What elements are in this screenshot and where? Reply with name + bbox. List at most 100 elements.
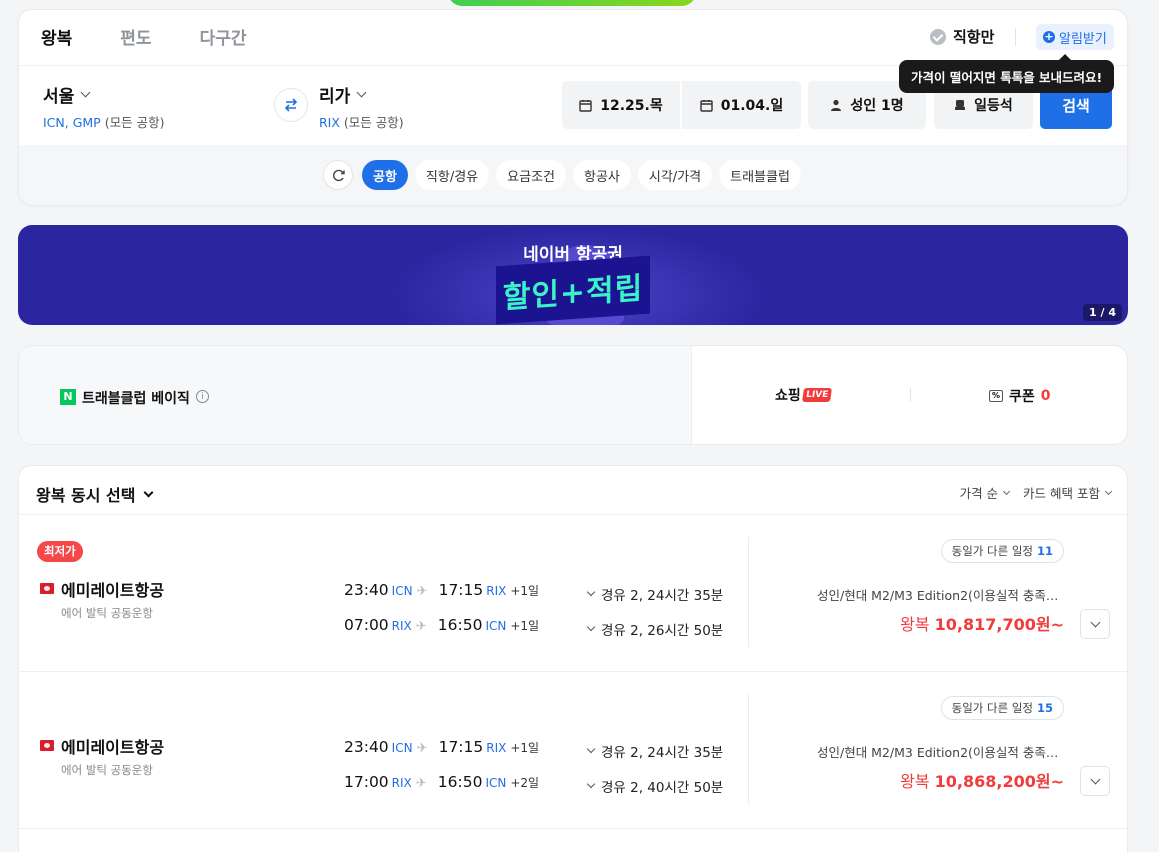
return-stops-toggle[interactable]: 경유 2, 40시간 50분 (586, 776, 723, 796)
divider (748, 537, 749, 647)
outbound-stops-toggle[interactable]: 경유 2, 24시간 35분 (586, 584, 723, 604)
codeshare-note: 에어 발틱 공동운항 (61, 606, 153, 620)
destination-note: (모든 공항) (343, 115, 404, 130)
price-alert-button[interactable]: + 알림받기 (1036, 24, 1114, 50)
airline-name: 에미레이트항공 (61, 738, 165, 757)
return-date-button[interactable]: 01.04.일 (682, 81, 801, 129)
price-alert-label: 알림받기 (1059, 31, 1107, 47)
chevron-down-icon (80, 87, 91, 98)
travel-club-panel: N 트래블클럽 베이직 i 쇼핑 LIVE % 쿠폰 0 (18, 345, 1128, 445)
coupon-icon: % (989, 390, 1003, 402)
live-badge: LIVE (801, 388, 832, 402)
outbound-stops-toggle[interactable]: 경유 2, 24시간 35분 (586, 741, 723, 761)
filter-chip-stops[interactable]: 직항/경유 (414, 160, 490, 190)
top-promo-strip (448, 0, 696, 6)
tab-multi-city[interactable]: 다구간 (200, 24, 247, 49)
flight-result[interactable]: 최저가 에미레이트항공 에어 발틱 공동운항 23:40 ICN ✈ 17:15 R… (19, 515, 1127, 672)
passenger-count: 성인 1명 (850, 98, 904, 114)
outbound-leg: 23:40 ICN ✈ 17:15 RIX +1일 (344, 738, 540, 756)
plus-icon: + (1043, 30, 1055, 43)
person-icon (831, 99, 842, 111)
shopping-label: 쇼핑 (775, 388, 801, 404)
emirates-logo-icon (40, 740, 54, 751)
filter-chip-airport[interactable]: 공항 (362, 160, 408, 190)
same-price-schedules-button[interactable]: 동일가 다른 일정 15 (940, 696, 1064, 720)
divider (1015, 28, 1016, 46)
same-price-schedules-button[interactable]: 동일가 다른 일정 11 (940, 539, 1064, 563)
emirates-logo-icon (40, 583, 54, 594)
cabin-class: 일등석 (974, 98, 1013, 114)
divider (910, 388, 911, 402)
banner-headline: 할인+적립 (496, 255, 650, 325)
plane-icon: ✈ (415, 776, 427, 791)
chevron-down-icon (1104, 487, 1113, 495)
chevron-down-icon (1090, 617, 1100, 627)
airline-name: 에미레이트항공 (61, 581, 165, 600)
plane-icon: ✈ (415, 619, 427, 634)
travel-club-label: 트래블클럽 베이직 (82, 391, 190, 407)
direct-only-toggle[interactable]: 직항만 (930, 26, 994, 47)
chevron-down-icon (586, 622, 596, 632)
shopping-live-link[interactable]: 쇼핑 LIVE (775, 385, 832, 405)
results-title: 왕복 동시 선택 (36, 486, 136, 505)
chevron-down-icon (1090, 774, 1100, 784)
coupon-link[interactable]: % 쿠폰 0 (989, 386, 1051, 406)
origin-city: 서울 (43, 87, 75, 107)
destination-selector[interactable]: 리가 RIX (모든 공항) (319, 82, 404, 131)
filter-chip-time-price[interactable]: 시각/가격 (637, 160, 713, 190)
direct-only-label: 직항만 (953, 28, 995, 46)
promo-banner[interactable]: 네이버 항공권 할인+적립 1 / 4 (18, 225, 1128, 325)
results-panel: 왕복 동시 선택 가격 순 카드 혜택 포함 최저가 에미레이트항공 에어 발틱… (18, 465, 1128, 852)
sort-dropdown[interactable]: 가격 순 (960, 483, 1011, 502)
outbound-leg: 23:40 ICN ✈ 17:15 RIX +1일 (344, 581, 540, 599)
chevron-down-icon (144, 487, 154, 497)
expand-fare-button[interactable] (1080, 609, 1110, 639)
chevron-down-icon (586, 587, 596, 597)
banner-page-indicator: 1 / 4 (1083, 304, 1122, 321)
depart-date-button[interactable]: 12.25.목 (562, 81, 680, 129)
return-date: 01.04.일 (720, 98, 784, 114)
calendar-icon (700, 99, 713, 112)
card-benefit-info: 성인/현대 M2/M3 Edition2(이용실적 충족 시) (817, 745, 1062, 760)
chevron-down-icon (586, 779, 596, 789)
destination-city: 리가 (319, 87, 351, 107)
card-benefit-dropdown[interactable]: 카드 혜택 포함 (1023, 483, 1113, 502)
depart-date: 12.25.목 (600, 98, 663, 114)
origin-selector[interactable]: 서울 ICN, GMP (모든 공항) (43, 82, 164, 131)
swap-cities-button[interactable] (274, 88, 308, 122)
divider (748, 694, 749, 804)
origin-codes: ICN, GMP (43, 115, 101, 130)
filter-chip-fare[interactable]: 요금조건 (496, 160, 566, 190)
filter-chip-travel-club[interactable]: 트래블클럽 (719, 160, 801, 190)
trip-type-tabs: 왕복 편도 다구간 (41, 24, 294, 49)
lowest-price-badge: 최저가 (37, 541, 83, 562)
swap-icon (284, 98, 298, 112)
return-leg: 17:00 RIX ✈ 16:50 ICN +2일 (344, 773, 540, 791)
calendar-icon (579, 99, 592, 112)
origin-note: (모든 공항) (104, 115, 165, 130)
expand-fare-button[interactable] (1080, 766, 1110, 796)
fare-price: 왕복 10,868,200원~ (900, 772, 1064, 791)
fare-price: 왕복 10,817,700원~ (900, 615, 1064, 634)
refresh-icon (332, 169, 345, 181)
check-icon (930, 28, 946, 45)
filter-chip-airline[interactable]: 항공사 (573, 160, 631, 190)
chevron-down-icon (356, 87, 367, 98)
info-icon[interactable]: i (196, 390, 209, 403)
return-leg: 07:00 RIX ✈ 16:50 ICN +1일 (344, 616, 540, 634)
card-benefit-info: 성인/현대 M2/M3 Edition2(이용실적 충족 시) (817, 588, 1062, 603)
return-stops-toggle[interactable]: 경유 2, 26시간 50분 (586, 619, 723, 639)
chevron-down-icon (586, 744, 596, 754)
plane-icon: ✈ (416, 741, 428, 756)
tab-round-trip[interactable]: 왕복 (41, 24, 72, 49)
flight-result[interactable]: 에미레이트항공 에어 발틱 공동운항 23:40 ICN ✈ 17:15 RIX +1… (19, 672, 1127, 829)
destination-codes: RIX (319, 115, 340, 130)
plane-icon: ✈ (416, 584, 428, 599)
price-alert-tooltip: 가격이 떨어지면 톡톡을 보내드려요! (899, 54, 1115, 93)
selection-mode-dropdown[interactable]: 왕복 동시 선택 (36, 482, 154, 506)
seat-icon (955, 100, 966, 110)
tab-one-way[interactable]: 편도 (120, 24, 151, 49)
reset-filters-button[interactable] (323, 160, 353, 190)
coupon-count: 0 (1040, 388, 1051, 404)
search-panel: 왕복 편도 다구간 직항만 + 알림받기 가격이 떨어지면 톡톡을 보내드려요!… (18, 9, 1128, 205)
